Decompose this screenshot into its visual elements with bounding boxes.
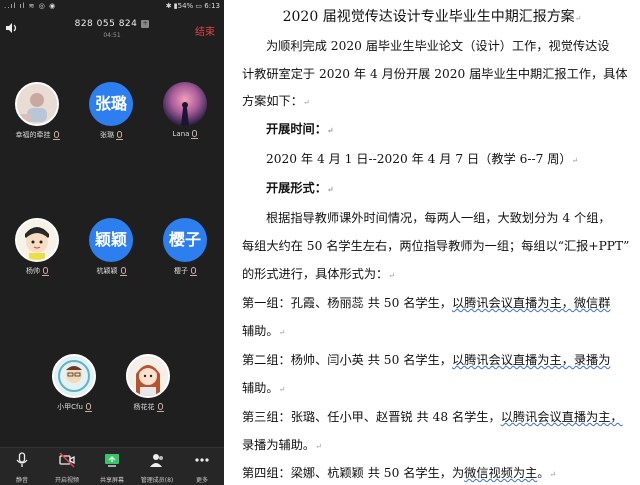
mic-icon	[156, 403, 164, 412]
mic-icon	[52, 131, 60, 140]
mute-label: 静音	[15, 477, 28, 484]
group-line: 第一组：孔霞、杨丽蕊 共 50 名学生，以腾讯会议直播为主，微信群	[242, 296, 611, 310]
avatar: 颖颖	[89, 218, 133, 262]
participant-name: 杨花花	[133, 403, 155, 411]
participant-tile[interactable]: 幸福的牵挂	[5, 82, 69, 140]
status-bar-battery-clock: ✱ ▮54% ▭ 6:13	[165, 2, 220, 10]
group-line: 辅助。↵	[242, 381, 286, 395]
more-icon	[195, 458, 209, 462]
participant-name: 幸福的牵挂	[15, 131, 51, 139]
avatar: 张璐	[89, 82, 133, 126]
participant-tile[interactable]: 张璐 张璐	[79, 82, 143, 140]
section-heading: 开展形式：↵	[266, 181, 334, 195]
avatar-cartoon-icon	[17, 220, 57, 260]
start-video-label: 开启视频	[54, 477, 79, 484]
participant-name: 樱子	[174, 267, 188, 275]
paragraph-line: 方案如下：↵	[242, 94, 310, 108]
manage-members-button[interactable]: 管理成员(8)	[135, 452, 179, 484]
paragraph-line: 为顺利完成 2020 届毕业生毕业论文（设计）工作，视觉传达设	[266, 39, 610, 53]
share-screen-button[interactable]: 共享屏幕	[90, 452, 134, 484]
group-line: 第三组：张璐、任小甲、赵晋锐 共 48 名学生，以腾讯会议直播为主，	[242, 410, 623, 424]
paragraph-line: 根据指导教师课外时间情况，每两人一组，大致划分为 4 个组，	[266, 211, 611, 225]
participant-tile[interactable]: 樱子 樱子	[153, 218, 217, 276]
participant-tile[interactable]: Lana	[153, 82, 217, 139]
members-icon	[150, 454, 163, 467]
avatar-photo-icon	[181, 102, 189, 126]
participant-name: 杨帅	[26, 267, 40, 275]
manage-members-label: 管理成员(8)	[140, 477, 174, 484]
group-line: 第四组：梁娜、杭颖颖 共 50 名学生，为微信视频为主。↵	[242, 466, 557, 480]
mic-icon	[119, 267, 127, 276]
mic-icon	[16, 452, 28, 467]
video-off-icon	[59, 452, 75, 468]
meeting-toolbar: 静音 开启视频 共享屏幕 管理成员(8) 更多	[0, 447, 224, 485]
avatar	[15, 218, 59, 262]
mute-button[interactable]: 静音	[0, 452, 44, 484]
group-line: 录播为辅助。↵	[242, 438, 322, 452]
paragraph-line: 的形式进行，具体形式为：↵	[242, 267, 395, 281]
participant-tile[interactable]: 杨帅	[5, 218, 69, 276]
more-button[interactable]: 更多	[180, 452, 224, 484]
status-bar: ..ıl ıl ≋ ◎ ◉ ✱ ▮54% ▭ 6:13	[0, 0, 224, 13]
avatar	[163, 82, 207, 126]
meeting-app: ..ıl ıl ≋ ◎ ◉ ✱ ▮54% ▭ 6:13 828 055 824 +…	[0, 0, 224, 485]
end-meeting-button[interactable]: 结束	[195, 23, 215, 38]
avatar-badge-icon	[54, 356, 94, 396]
participant-name: 杭颖颖	[96, 267, 118, 275]
paragraph-line: 计教研室定于 2020 年 4 月份开展 2020 届毕业生中期汇报工作，具体	[242, 67, 628, 81]
mic-icon	[190, 267, 197, 276]
share-screen-icon	[105, 454, 119, 467]
group-line: 辅助。↵	[242, 324, 286, 338]
participant-tile[interactable]: 颖颖 杭颖颖	[79, 218, 143, 276]
document-page: 2020 届视觉传达设计专业毕业生中期汇报方案↵ 为顺利完成 2020 届毕业生…	[224, 0, 640, 485]
mic-icon	[116, 131, 123, 140]
meeting-id-text: 828 055 824	[74, 19, 138, 29]
mic-icon	[42, 267, 49, 276]
participant-tile[interactable]: 杨花花	[116, 354, 180, 412]
more-label: 更多	[195, 477, 208, 484]
avatar	[15, 82, 59, 126]
start-video-button[interactable]: 开启视频	[45, 452, 89, 484]
participant-tile[interactable]: 小甲Cfu	[42, 354, 106, 412]
participant-name: 小甲Cfu	[57, 403, 83, 411]
participant-name: Lana	[172, 130, 190, 138]
status-bar-signal: ..ıl ıl ≋ ◎ ◉	[4, 2, 57, 10]
meeting-timer: 04:51	[103, 32, 121, 39]
mic-icon	[191, 130, 199, 139]
group-line: 第二组：杨帅、闫小英 共 50 名学生，以腾讯会议直播为主，录播为	[242, 353, 611, 367]
copy-icon[interactable]: +	[141, 20, 150, 28]
avatar	[126, 354, 170, 398]
avatar: 樱子	[163, 218, 207, 262]
share-screen-label: 共享屏幕	[99, 477, 124, 484]
avatar-photo-icon	[17, 84, 57, 124]
paragraph-line: 每组大约在 50 名学生左右，两位指导教师为一组；每组以“汇报+PPT”	[242, 239, 630, 253]
mic-icon	[84, 403, 92, 412]
participant-name: 张璐	[100, 131, 114, 139]
meeting-id[interactable]: 828 055 824 +	[0, 19, 224, 29]
avatar-cartoon-icon	[128, 356, 168, 396]
meeting-header: 828 055 824 + 04:51 结束	[0, 13, 224, 43]
document-title: 2020 届视觉传达设计专业毕业生中期汇报方案↵	[282, 9, 582, 25]
section-heading: 开展时间：↵	[266, 122, 334, 136]
paragraph-line: 2020 年 4 月 1 日--2020 年 4 月 7 日（教学 6--7 周…	[266, 152, 579, 166]
avatar	[52, 354, 96, 398]
